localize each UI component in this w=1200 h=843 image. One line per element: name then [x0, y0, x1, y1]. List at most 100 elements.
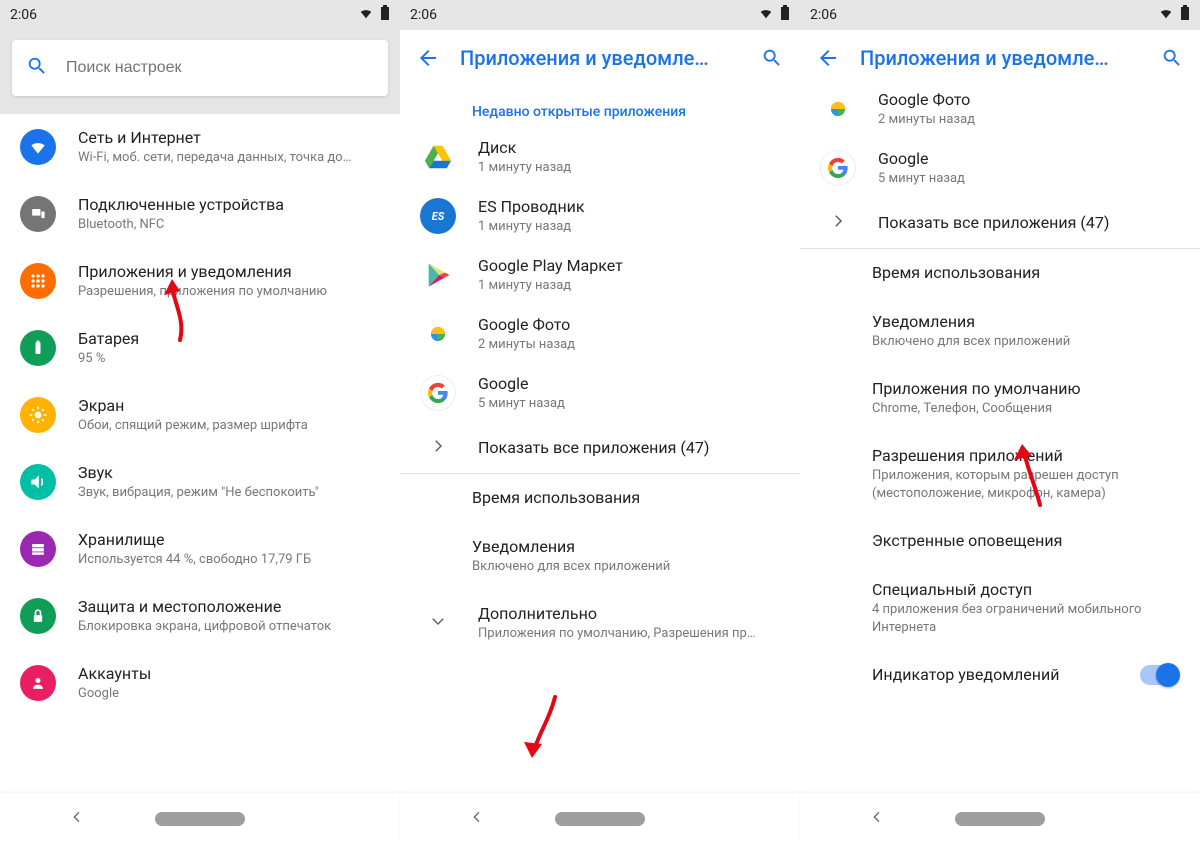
- notifications-row[interactable]: УведомленияВключено для всех приложений: [400, 523, 800, 590]
- settings-item-accounts[interactable]: АккаунтыGoogle: [0, 650, 400, 717]
- status-time: 2:06: [10, 7, 37, 23]
- item-subtitle: Приложения по умолчанию, Разрешения пр…: [478, 625, 782, 643]
- apps-icon: [20, 263, 56, 299]
- search-card[interactable]: [12, 40, 388, 96]
- item-subtitle: Блокировка экрана, цифровой отпечаток: [78, 618, 382, 636]
- show-all-apps[interactable]: Показать все приложения (47): [400, 423, 800, 473]
- settings-item-sound[interactable]: ЗвукЗвук, вибрация, режим "Не беспокоить…: [0, 449, 400, 516]
- phone-screen-settings: 2:06 Сеть и ИнтернетWi-Fi, моб. сети, пе…: [0, 0, 400, 843]
- item-subtitle: Chrome, Телефон, Сообщения: [872, 400, 1182, 418]
- search-input[interactable]: [66, 59, 374, 77]
- photos-icon: [420, 316, 456, 352]
- app-row-drive[interactable]: Диск1 минуту назад: [400, 128, 800, 187]
- app-name: Google Play Маркет: [478, 256, 782, 277]
- back-nav-icon[interactable]: [469, 809, 485, 829]
- default-apps-row[interactable]: Приложения по умолчаниюChrome, Телефон, …: [800, 365, 1200, 432]
- account-icon: [20, 665, 56, 701]
- notifications-row[interactable]: УведомленияВключено для всех приложений: [800, 298, 1200, 365]
- back-button[interactable]: [412, 42, 444, 74]
- search-button[interactable]: [756, 42, 788, 74]
- status-time: 2:06: [410, 7, 437, 23]
- sound-icon: [20, 464, 56, 500]
- item-subtitle: Включено для всех приложений: [872, 333, 1182, 351]
- app-name: Диск: [478, 138, 782, 159]
- item-title: Подключенные устройства: [78, 195, 382, 216]
- app-sub: 1 минуту назад: [478, 159, 782, 177]
- back-button[interactable]: [812, 42, 844, 74]
- show-all-apps[interactable]: Показать все приложения (47): [800, 198, 1200, 248]
- item-subtitle: Звук, вибрация, режим "Не беспокоить": [78, 484, 382, 502]
- play-icon: [420, 257, 456, 293]
- item-subtitle: Обои, спящий режим, размер шрифта: [78, 417, 382, 435]
- chevron-right-icon: [829, 212, 847, 234]
- app-sub: 5 минут назад: [478, 395, 782, 413]
- lock-icon: [20, 598, 56, 634]
- phone-screen-apps: 2:06 Приложения и уведомле… Недавно откр…: [400, 0, 800, 843]
- item-title: Экран: [78, 396, 382, 417]
- item-subtitle: 95 %: [78, 350, 382, 368]
- back-nav-icon[interactable]: [869, 809, 885, 829]
- screen-time-row[interactable]: Время использования: [800, 248, 1200, 298]
- nav-bar: [0, 793, 400, 843]
- item-subtitle: Используется 44 %, свободно 17,79 ГБ: [78, 551, 382, 569]
- back-nav-icon[interactable]: [69, 809, 85, 829]
- google-icon: [820, 150, 856, 186]
- app-name: Google Фото: [878, 90, 1182, 111]
- search-button[interactable]: [1156, 42, 1188, 74]
- settings-item-network[interactable]: Сеть и ИнтернетWi-Fi, моб. сети, передач…: [0, 114, 400, 181]
- status-bar: 2:06: [0, 0, 400, 30]
- app-permissions-row[interactable]: Разрешения приложенийПриложения, которым…: [800, 432, 1200, 517]
- es-icon: ES: [420, 198, 456, 234]
- item-subtitle: Включено для всех приложений: [472, 558, 782, 576]
- emergency-row[interactable]: Экстренные оповещения: [800, 517, 1200, 566]
- home-pill[interactable]: [955, 812, 1045, 826]
- google-icon: [420, 375, 456, 411]
- storage-icon: [20, 531, 56, 567]
- recent-apps-header: Недавно открытые приложения: [400, 86, 800, 128]
- settings-item-security[interactable]: Защита и местоположениеБлокировка экрана…: [0, 583, 400, 650]
- settings-item-storage[interactable]: ХранилищеИспользуется 44 %, свободно 17,…: [0, 516, 400, 583]
- item-title: Защита и местоположение: [78, 597, 382, 618]
- app-sub: 1 минуту назад: [478, 218, 782, 236]
- item-title: Батарея: [78, 329, 382, 350]
- chevron-right-icon: [429, 437, 447, 459]
- battery-icon: [780, 5, 790, 25]
- apps-list: Google Фото2 минуты назад Google5 минут …: [800, 86, 1200, 793]
- app-row-photos[interactable]: Google Фото2 минуты назад: [400, 305, 800, 364]
- app-row-google[interactable]: Google5 минут назад: [400, 364, 800, 423]
- page-title: Приложения и уведомле…: [860, 46, 1140, 70]
- app-sub: 2 минуты назад: [878, 111, 1182, 129]
- show-all-label: Показать все приложения (47): [878, 213, 1182, 234]
- advanced-row[interactable]: ДополнительноПриложения по умолчанию, Ра…: [400, 590, 800, 657]
- app-sub: 2 минуты назад: [478, 336, 782, 354]
- item-title: Аккаунты: [78, 664, 382, 685]
- home-pill[interactable]: [555, 812, 645, 826]
- apps-list: Недавно открытые приложения Диск1 минуту…: [400, 86, 800, 793]
- search-icon: [26, 55, 48, 81]
- app-name: Google: [478, 374, 782, 395]
- screen-time-row[interactable]: Время использования: [400, 473, 800, 523]
- status-time: 2:06: [810, 7, 837, 23]
- app-row-play[interactable]: Google Play Маркет1 минуту назад: [400, 246, 800, 305]
- wifi-icon: [758, 6, 774, 24]
- indicator-row[interactable]: Индикатор уведомлений: [800, 651, 1200, 700]
- home-pill[interactable]: [155, 812, 245, 826]
- nav-bar: [400, 793, 800, 843]
- item-title: Сеть и Интернет: [78, 128, 382, 149]
- settings-item-connected[interactable]: Подключенные устройстваBluetooth, NFC: [0, 181, 400, 248]
- indicator-switch[interactable]: [1140, 665, 1178, 685]
- special-access-row[interactable]: Специальный доступ4 приложения без огран…: [800, 566, 1200, 651]
- item-title: Разрешения приложений: [872, 446, 1182, 467]
- item-title: Дополнительно: [478, 604, 782, 625]
- battery-icon: [20, 330, 56, 366]
- app-row-es[interactable]: ES ES Проводник1 минуту назад: [400, 187, 800, 246]
- app-bar: Приложения и уведомле…: [800, 30, 1200, 86]
- app-row-google[interactable]: Google5 минут назад: [800, 139, 1200, 198]
- settings-item-display[interactable]: ЭкранОбои, спящий режим, размер шрифта: [0, 382, 400, 449]
- settings-item-battery[interactable]: Батарея95 %: [0, 315, 400, 382]
- settings-item-apps[interactable]: Приложения и уведомленияРазрешения, прил…: [0, 248, 400, 315]
- item-title: Индикатор уведомлений: [872, 665, 1120, 686]
- settings-list: Сеть и ИнтернетWi-Fi, моб. сети, передач…: [0, 114, 400, 793]
- devices-icon: [20, 196, 56, 232]
- app-row-photos[interactable]: Google Фото2 минуты назад: [800, 86, 1200, 139]
